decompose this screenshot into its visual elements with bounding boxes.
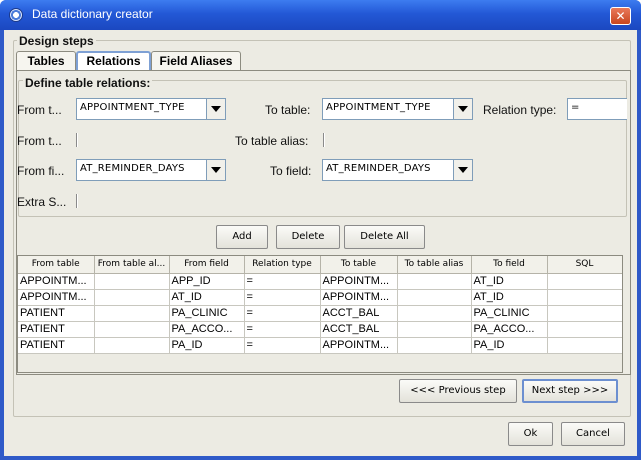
table-cell[interactable] (94, 305, 170, 322)
table-cell[interactable]: APPOINTM... (320, 289, 398, 306)
extra-sql-label: Extra S... (17, 195, 67, 209)
table-cell[interactable]: APPOINTM... (320, 337, 398, 354)
relation-type-value: = (571, 102, 580, 113)
chevron-down-icon[interactable] (206, 160, 225, 180)
delete-button[interactable]: Delete (276, 225, 340, 249)
column-header[interactable]: SQL (547, 256, 622, 274)
from-table-label: From t... (17, 103, 62, 117)
table-cell[interactable]: APPOINTM... (320, 273, 398, 290)
table-cell[interactable] (94, 321, 170, 338)
column-header[interactable]: To table alias (397, 256, 472, 274)
table-header-row: From table From table al... From field R… (18, 256, 622, 274)
table-cell[interactable] (547, 305, 622, 322)
tab-field-aliases[interactable]: Field Aliases (151, 51, 241, 71)
add-button[interactable]: Add (216, 225, 268, 249)
table-cell[interactable]: APPOINTM... (18, 289, 95, 306)
table-row[interactable]: APPOINTM... APP_ID = APPOINTM... AT_ID (18, 273, 622, 290)
table-cell[interactable]: PA_ID (169, 337, 245, 354)
title-bar[interactable]: Data dictionary creator ✕ (0, 0, 641, 30)
previous-step-button[interactable]: <<< Previous step (399, 379, 517, 403)
relation-type-combo[interactable]: = (567, 98, 627, 120)
app-icon (9, 8, 23, 22)
table-cell[interactable]: ACCT_BAL (320, 305, 398, 322)
table-cell[interactable]: PATIENT (18, 305, 95, 322)
extra-sql-input[interactable] (76, 194, 78, 208)
close-icon[interactable]: ✕ (610, 7, 631, 25)
table-row[interactable]: PATIENT PA_ID = APPOINTM... PA_ID (18, 337, 622, 354)
next-step-button[interactable]: Next step >>> (522, 379, 618, 403)
app-window: Data dictionary creator ✕ Design steps T… (0, 0, 641, 460)
chevron-down-icon[interactable] (453, 160, 472, 180)
from-alias-label: From t... (17, 134, 62, 148)
to-field-combo[interactable]: AT_REMINDER_DAYS (322, 159, 473, 181)
to-table-combo[interactable]: APPOINTMENT_TYPE (322, 98, 473, 120)
to-table-label: To table: (265, 103, 311, 117)
tab-relations[interactable]: Relations (76, 51, 151, 71)
to-alias-input[interactable] (323, 133, 325, 147)
from-field-value: AT_REMINDER_DAYS (80, 163, 185, 174)
relations-table[interactable]: From table From table al... From field R… (17, 255, 623, 373)
table-cell[interactable] (547, 273, 622, 290)
table-row[interactable]: PATIENT PA_CLINIC = ACCT_BAL PA_CLINIC (18, 305, 622, 322)
delete-all-button[interactable]: Delete All (344, 225, 425, 249)
table-cell[interactable]: PA_ACCO... (471, 321, 548, 338)
cancel-button[interactable]: Cancel (561, 422, 625, 446)
dialog-body: Design steps Tables Relations Field Alia… (4, 30, 637, 456)
column-header[interactable]: To table (320, 256, 398, 274)
table-cell[interactable]: PA_CLINIC (169, 305, 245, 322)
table-cell[interactable]: APP_ID (169, 273, 245, 290)
table-cell[interactable] (94, 337, 170, 354)
table-cell[interactable] (397, 273, 472, 290)
table-cell[interactable]: = (244, 289, 321, 306)
relation-type-label: Relation type: (483, 103, 557, 117)
from-table-combo[interactable]: APPOINTMENT_TYPE (76, 98, 226, 120)
table-cell[interactable]: PATIENT (18, 321, 95, 338)
table-cell[interactable] (94, 289, 170, 306)
tab-tables[interactable]: Tables (16, 51, 76, 71)
table-cell[interactable]: AT_ID (471, 273, 548, 290)
table-row[interactable]: APPOINTM... AT_ID = APPOINTM... AT_ID (18, 289, 622, 306)
table-cell[interactable]: AT_ID (169, 289, 245, 306)
chevron-down-icon[interactable] (453, 99, 472, 119)
from-field-label: From fi... (17, 164, 65, 178)
table-cell[interactable] (547, 321, 622, 338)
column-header[interactable]: From field (169, 256, 245, 274)
table-cell[interactable]: PATIENT (18, 337, 95, 354)
define-relations-title: Define table relations: (23, 76, 153, 90)
table-cell[interactable]: = (244, 305, 321, 322)
table-row[interactable]: PATIENT PA_ACCO... = ACCT_BAL PA_ACCO... (18, 321, 622, 338)
to-alias-label: To table alias: (235, 134, 309, 148)
from-table-value: APPOINTMENT_TYPE (80, 102, 185, 113)
table-cell[interactable] (94, 273, 170, 290)
table-cell[interactable]: = (244, 321, 321, 338)
ok-button[interactable]: Ok (508, 422, 553, 446)
table-cell[interactable] (397, 289, 472, 306)
to-table-value: APPOINTMENT_TYPE (326, 102, 431, 113)
table-cell[interactable]: PA_CLINIC (471, 305, 548, 322)
column-header[interactable]: From table al... (94, 256, 170, 274)
table-cell[interactable]: ACCT_BAL (320, 321, 398, 338)
from-alias-input[interactable] (76, 133, 78, 147)
column-header[interactable]: Relation type (244, 256, 321, 274)
to-field-value: AT_REMINDER_DAYS (326, 163, 431, 174)
table-cell[interactable]: AT_ID (471, 289, 548, 306)
table-cell[interactable]: APPOINTM... (18, 273, 95, 290)
column-header[interactable]: From table (18, 256, 95, 274)
table-cell[interactable]: = (244, 273, 321, 290)
table-cell[interactable] (397, 305, 472, 322)
table-cell[interactable] (547, 337, 622, 354)
window-title: Data dictionary creator (32, 7, 153, 21)
table-cell[interactable] (397, 321, 472, 338)
table-cell[interactable]: = (244, 337, 321, 354)
table-cell[interactable]: PA_ACCO... (169, 321, 245, 338)
table-cell[interactable] (397, 337, 472, 354)
table-cell[interactable] (547, 289, 622, 306)
to-field-label: To field: (270, 164, 312, 178)
column-header[interactable]: To field (471, 256, 548, 274)
chevron-down-icon[interactable] (206, 99, 225, 119)
table-cell[interactable]: PA_ID (471, 337, 548, 354)
from-field-combo[interactable]: AT_REMINDER_DAYS (76, 159, 226, 181)
design-steps-label: Design steps (17, 34, 96, 48)
